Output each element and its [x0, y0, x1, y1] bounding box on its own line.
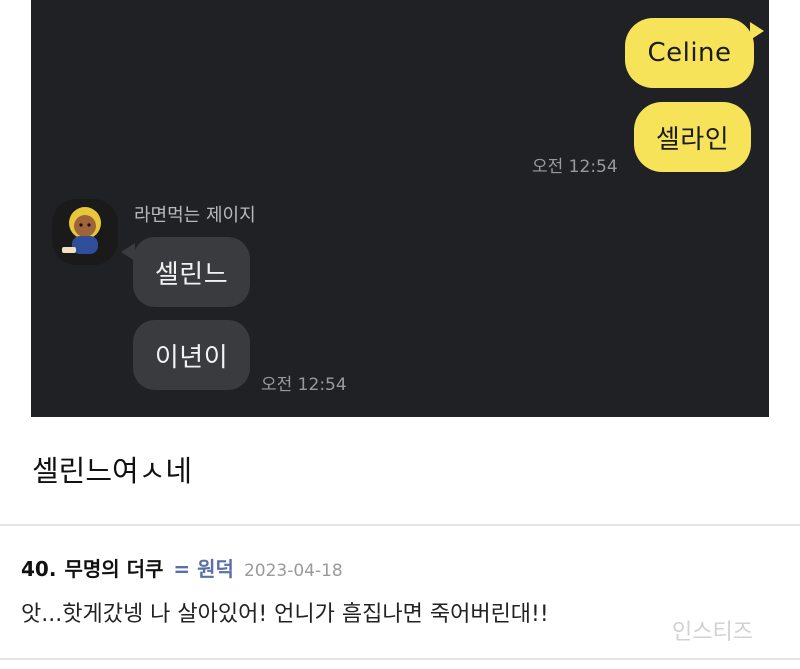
divider	[0, 658, 800, 660]
comment-author[interactable]: 무명의 더쿠	[64, 553, 163, 582]
message-text: 셀라인	[655, 124, 730, 155]
bubble-tail	[750, 22, 764, 40]
message-text: Celine	[647, 38, 732, 68]
incoming-message: 이년이	[133, 320, 250, 390]
message-time: 오전 12:54	[532, 157, 618, 177]
author-badge: = 원덕	[173, 557, 234, 581]
comment-body: 앗...핫게갔넹 나 살아있어! 언니가 흠집나면 죽어버린대!!	[21, 602, 549, 627]
message-time: 오전 12:54	[261, 375, 347, 395]
chat-screenshot: Celine 셀라인 오전 12:54 라면먹는 제이지 셀린느 이년이 오전 …	[31, 0, 769, 417]
post-caption: 셀린느여ㅅ네	[32, 454, 193, 488]
ryan-character-icon	[62, 207, 101, 254]
avatar	[52, 199, 118, 265]
message-text: 셀린느	[154, 259, 229, 290]
sender-name: 라면먹는 제이지	[134, 205, 256, 226]
comment-header: 40. 무명의 더쿠 = 원덕 2023-04-18	[21, 553, 343, 582]
incoming-message: 셀린느	[133, 237, 250, 307]
site-watermark: 인스티즈	[672, 620, 753, 645]
message-text: 이년이	[154, 342, 229, 373]
outgoing-message: Celine	[625, 18, 754, 88]
divider	[0, 524, 800, 526]
comment-number: 40.	[21, 557, 57, 581]
outgoing-message: 셀라인	[634, 102, 751, 172]
comment-date: 2023-04-18	[243, 561, 343, 581]
